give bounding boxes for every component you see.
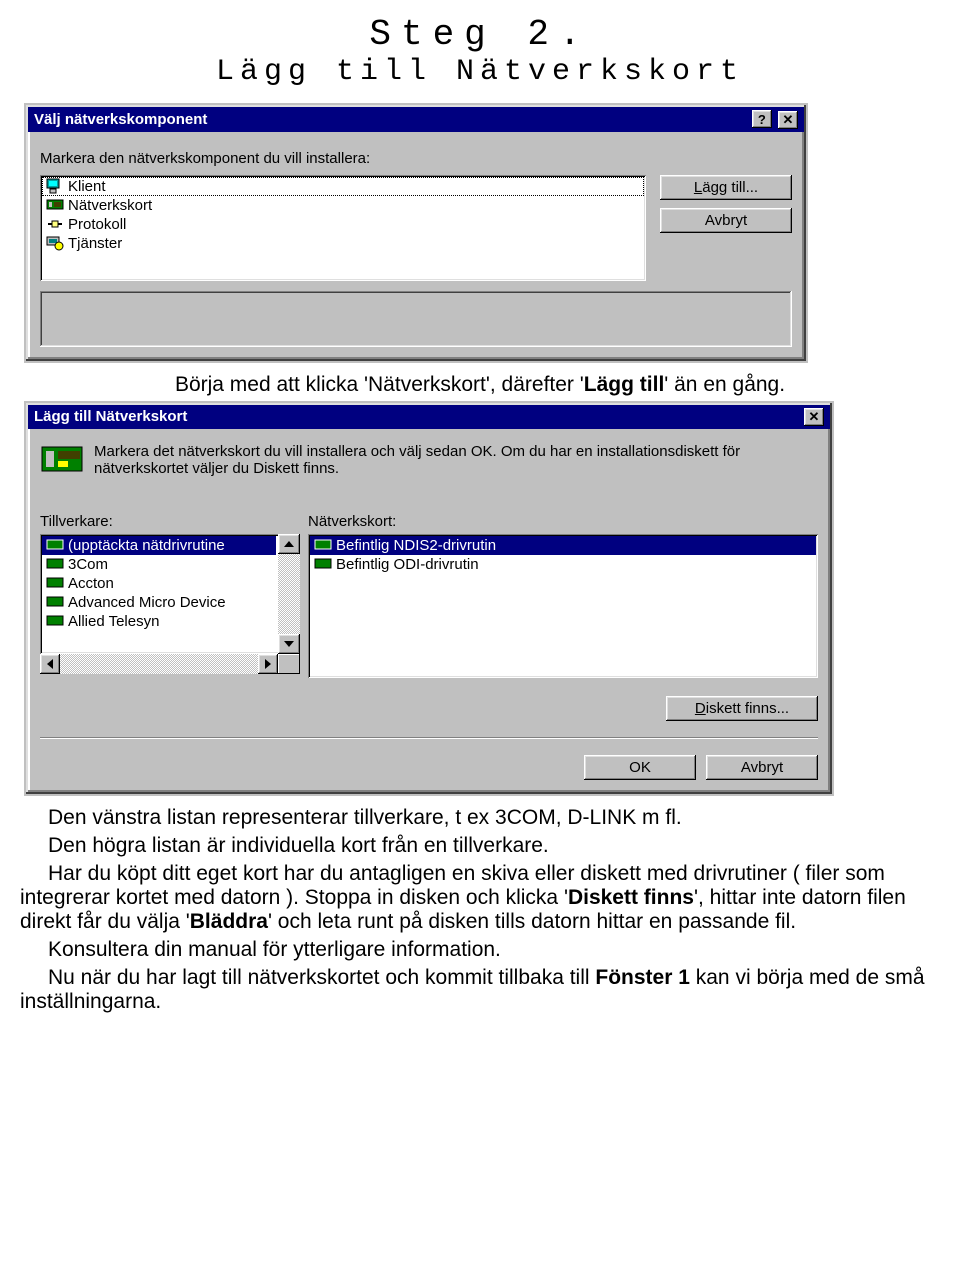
list-item-label: Allied Telesyn [68,613,159,630]
list-item: Befintlig ODI-drivrutin [310,555,816,574]
add-button[interactable]: Lägg till... [660,175,792,200]
list-item: Accton [42,574,276,593]
nic-icon [46,556,64,572]
nic-icon [46,537,64,553]
description-panel [40,291,792,347]
list-item-label: (upptäckta nätdrivrutine [68,537,225,554]
services-icon [46,235,64,251]
manufacturer-label: Tillverkare: [40,513,300,530]
close-button[interactable]: ✕ [778,111,798,129]
scroll-down-button[interactable] [278,634,300,654]
list-item-label: Nätverkskort [68,197,152,214]
scrollbar-vertical[interactable] [278,534,300,654]
nic-icon [314,537,332,553]
nic-large-icon [40,441,84,479]
close-button[interactable]: ✕ [804,408,824,426]
nic-icon [46,594,64,610]
list-item-label: Protokoll [68,216,126,233]
scroll-left-button[interactable] [40,654,60,674]
list-item-label: Tjänster [68,235,122,252]
page-subtitle: Lägg till Nätverkskort [20,55,940,89]
list-item-label: Befintlig ODI-drivrutin [336,556,479,573]
list-item: Klient [42,177,644,196]
titlebar: Lägg till Nätverkskort ✕ [28,405,830,429]
body-paragraph: Den högra listan är individuella kort fr… [20,834,940,858]
dialog-instruction: Markera det nätverkskort du vill install… [94,441,818,477]
adapter-listbox[interactable]: Befintlig NDIS2-drivrutin Befintlig ODI-… [308,534,818,678]
list-item: Befintlig NDIS2-drivrutin [310,536,816,555]
list-item: Nätverkskort [42,196,644,215]
list-item-label: 3Com [68,556,108,573]
body-paragraph: Nu när du har lagt till nätverkskortet o… [20,966,940,1014]
scroll-up-button[interactable] [278,534,300,554]
list-item: Tjänster [42,234,644,253]
cancel-button[interactable]: Avbryt [660,208,792,233]
client-icon [46,178,64,194]
scroll-right-button[interactable] [258,654,278,674]
list-item-label: Accton [68,575,114,592]
body-paragraph: Har du köpt ditt eget kort har du antagl… [20,862,940,934]
nic-icon [46,613,64,629]
list-item-label: Klient [68,178,106,195]
ok-button[interactable]: OK [584,755,696,780]
protocol-icon [46,216,64,232]
intro-paragraph: Börja med att klicka 'Nätverkskort', där… [20,373,940,397]
nic-icon [46,575,64,591]
list-item: Protokoll [42,215,644,234]
list-item-label: Befintlig NDIS2-drivrutin [336,537,496,554]
body-paragraph: Konsultera din manual för ytterligare in… [20,938,940,962]
dialog-title: Lägg till Nätverkskort [34,408,187,425]
nic-icon [314,556,332,572]
manufacturer-listbox[interactable]: (upptäckta nätdrivrutine 3Com Accton Adv… [40,534,300,654]
list-item-label: Advanced Micro Device [68,594,226,611]
scrollbar-horizontal[interactable] [40,654,300,674]
list-item: Advanced Micro Device [42,593,276,612]
adapter-label: Nätverkskort: [308,513,818,530]
dialog-instruction: Markera den nätverkskomponent du vill in… [40,150,792,167]
cancel-button[interactable]: Avbryt [706,755,818,780]
help-button[interactable]: ? [752,110,772,128]
list-item: 3Com [42,555,276,574]
dialog-title: Välj nätverkskomponent [34,111,207,128]
dialog-add-adapter: Lägg till Nätverkskort ✕ Markera det nät… [24,401,834,796]
titlebar: Välj nätverkskomponent ? ✕ [28,107,804,132]
list-item: Allied Telesyn [42,612,276,631]
component-listbox[interactable]: Klient Nätverkskort Protok [40,175,646,281]
nic-icon [46,197,64,213]
body-paragraph: Den vänstra listan representerar tillver… [20,806,940,830]
list-item: (upptäckta nätdrivrutine [42,536,276,555]
have-disk-button[interactable]: Diskett finns... [666,696,818,721]
separator [40,737,818,739]
page-step-heading: Steg 2. [20,14,940,55]
dialog-select-component: Välj nätverkskomponent ? ✕ Markera den n… [24,103,808,363]
